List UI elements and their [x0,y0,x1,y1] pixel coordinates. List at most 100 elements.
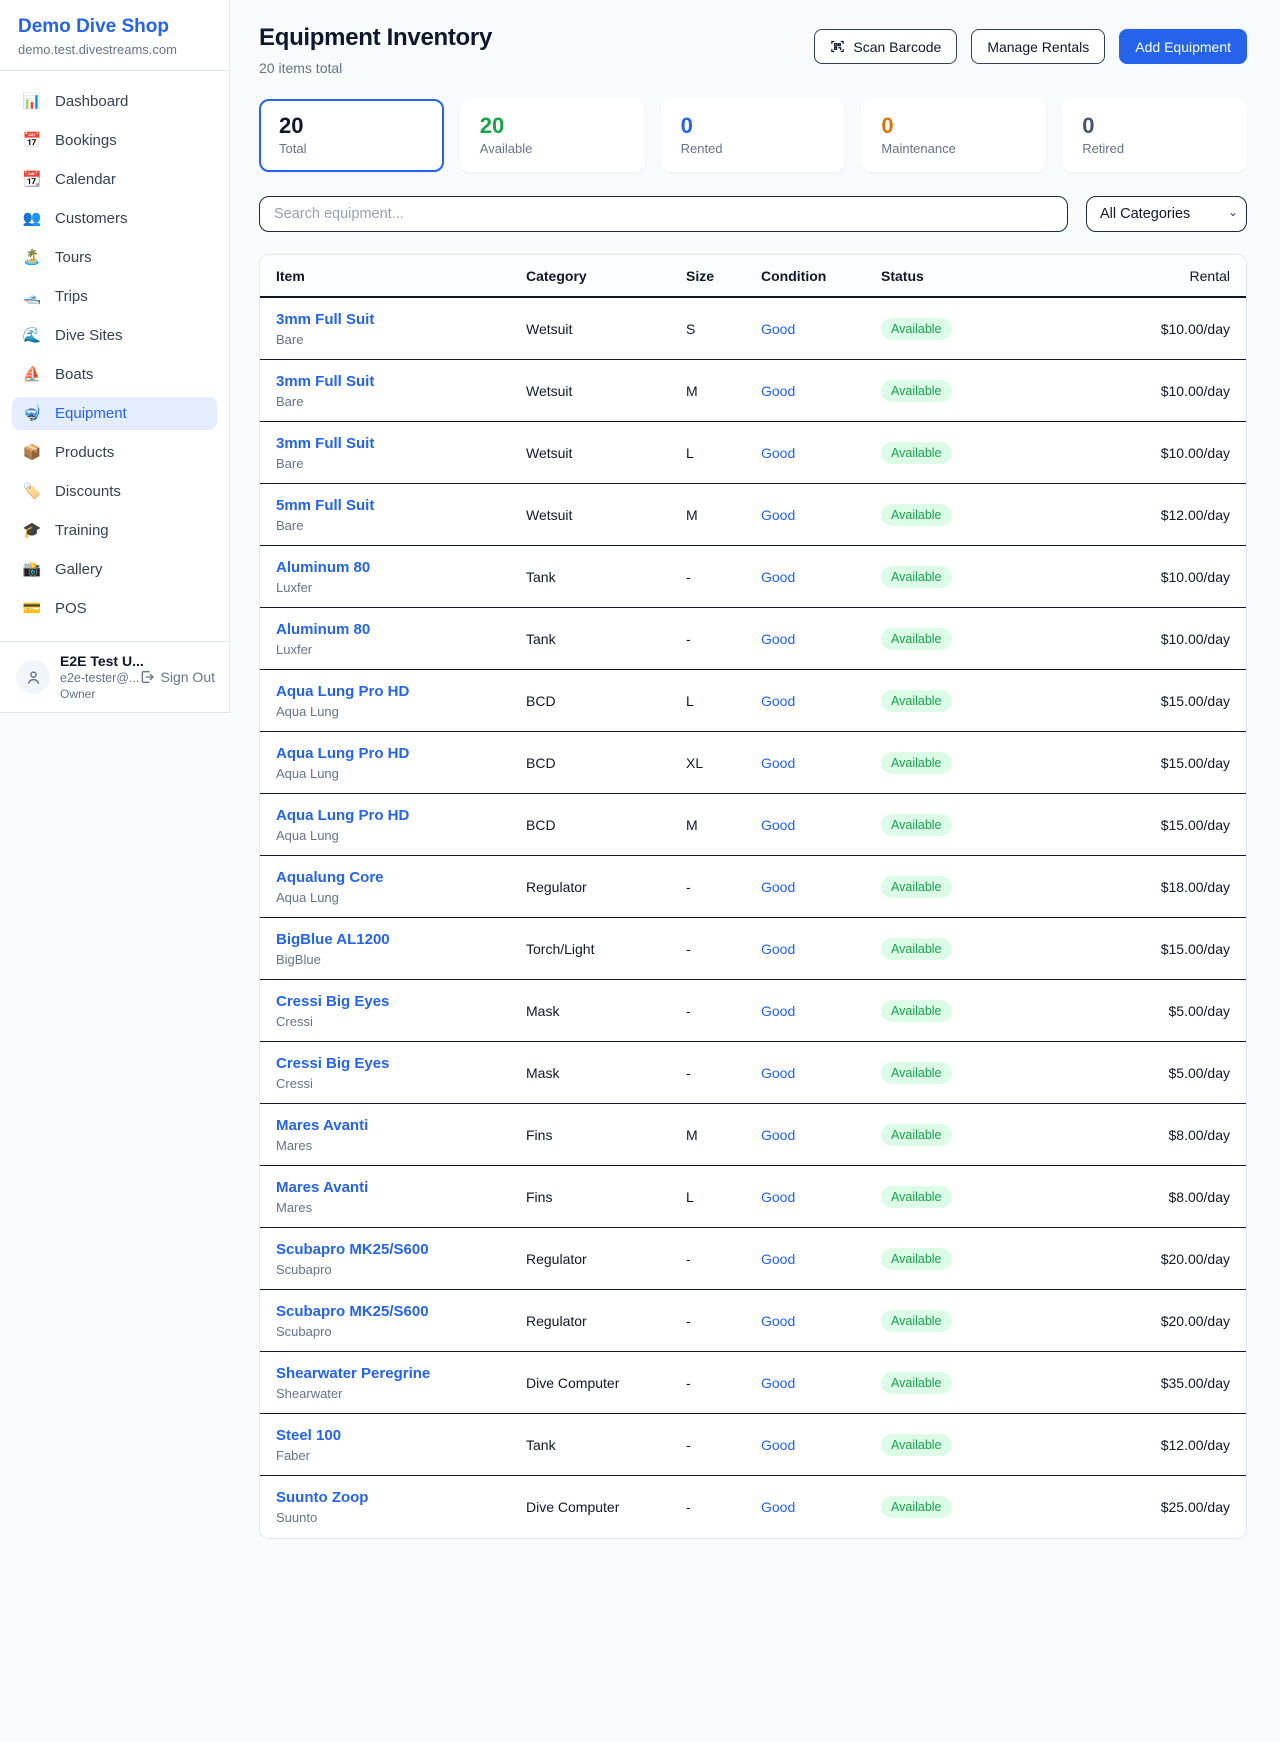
item-name-link[interactable]: Suunto Zoop [276,1489,526,1506]
condition-link[interactable]: Good [761,1189,795,1205]
item-brand: Shearwater [276,1386,526,1401]
category-cell: Wetsuit [526,445,686,461]
condition-link[interactable]: Good [761,817,795,833]
sidebar-item-label: Discounts [55,483,121,500]
item-name-link[interactable]: 5mm Full Suit [276,497,526,514]
sign-out-button[interactable]: Sign Out [139,669,215,685]
camera-icon: 📸 [22,562,42,577]
item-name-link[interactable]: Aluminum 80 [276,621,526,638]
condition-link[interactable]: Good [761,1437,795,1453]
tear-calendar-icon: 📆 [22,172,42,187]
item-name-link[interactable]: Scubapro MK25/S600 [276,1303,526,1320]
add-equipment-button[interactable]: Add Equipment [1119,29,1247,64]
item-name-link[interactable]: Aqua Lung Pro HD [276,807,526,824]
rental-cell: $10.00/day [1006,383,1230,399]
stat-card-available[interactable]: 20 Available [460,99,645,172]
condition-link[interactable]: Good [761,1375,795,1391]
category-cell: Tank [526,631,686,647]
page-header: Equipment Inventory 20 items total Scan … [259,24,1247,76]
stat-card-retired[interactable]: 0 Retired [1062,99,1247,172]
sidebar-item[interactable]: 📦 Products [12,436,217,469]
sidebar-item[interactable]: 📸 Gallery [12,553,217,586]
item-name-link[interactable]: 3mm Full Suit [276,311,526,328]
item-name-link[interactable]: Aluminum 80 [276,559,526,576]
item-name-link[interactable]: 3mm Full Suit [276,373,526,390]
sidebar-item[interactable]: 👥 Customers [12,202,217,235]
people-icon: 👥 [22,211,42,226]
condition-link[interactable]: Good [761,755,795,771]
condition-link[interactable]: Good [761,507,795,523]
barcode-scan-icon [830,39,845,54]
item-name-link[interactable]: Aqualung Core [276,869,526,886]
category-cell: Wetsuit [526,383,686,399]
item-name-link[interactable]: Steel 100 [276,1427,526,1444]
sidebar-item[interactable]: 🎓 Training [12,514,217,547]
stat-card-rented[interactable]: 0 Rented [661,99,846,172]
sidebar-item[interactable]: 🛥️ Trips [12,280,217,313]
condition-link[interactable]: Good [761,879,795,895]
sidebar-item[interactable]: 🤿 Equipment [12,397,217,430]
condition-link[interactable]: Good [761,1127,795,1143]
condition-link[interactable]: Good [761,1065,795,1081]
condition-link[interactable]: Good [761,1251,795,1267]
condition-link[interactable]: Good [761,941,795,957]
scan-barcode-label: Scan Barcode [853,39,941,55]
sidebar-item[interactable]: 🏷️ Discounts [12,475,217,508]
status-badge: Available [881,380,952,402]
scan-barcode-button[interactable]: Scan Barcode [814,29,957,64]
sidebar-item[interactable]: 📅 Bookings [12,124,217,157]
sidebar-item-label: Calendar [55,171,116,188]
item-name-link[interactable]: Mares Avanti [276,1179,526,1196]
condition-cell: Good [761,817,881,833]
status-cell: Available [881,690,1006,712]
rental-cell: $15.00/day [1006,693,1230,709]
item-name-link[interactable]: Cressi Big Eyes [276,1055,526,1072]
item-name-link[interactable]: Scubapro MK25/S600 [276,1241,526,1258]
sidebar-item[interactable]: 🌊 Dive Sites [12,319,217,352]
rental-cell: $18.00/day [1006,879,1230,895]
sidebar-item[interactable]: 📊 Dashboard [12,85,217,118]
condition-link[interactable]: Good [761,631,795,647]
item-brand: Suunto [276,1510,526,1525]
manage-rentals-button[interactable]: Manage Rentals [971,29,1105,64]
item-name-link[interactable]: Mares Avanti [276,1117,526,1134]
category-cell: BCD [526,693,686,709]
status-cell: Available [881,1496,1006,1518]
condition-link[interactable]: Good [761,321,795,337]
brand-name: Demo Dive Shop [18,16,211,38]
rental-cell: $10.00/day [1006,445,1230,461]
table-row: Cressi Big Eyes Cressi Mask - Good Avail… [260,1042,1246,1104]
status-cell: Available [881,1000,1006,1022]
item-brand: Cressi [276,1014,526,1029]
condition-link[interactable]: Good [761,445,795,461]
table-row: 3mm Full Suit Bare Wetsuit M Good Availa… [260,360,1246,422]
item-name-link[interactable]: Aqua Lung Pro HD [276,745,526,762]
sidebar-item[interactable]: ⛵ Boats [12,358,217,391]
size-cell: - [686,1437,761,1453]
condition-link[interactable]: Good [761,569,795,585]
item-name-link[interactable]: Cressi Big Eyes [276,993,526,1010]
sidebar-item[interactable]: 🏝️ Tours [12,241,217,274]
condition-cell: Good [761,755,881,771]
item-name-link[interactable]: Aqua Lung Pro HD [276,683,526,700]
sidebar-item[interactable]: 📆 Calendar [12,163,217,196]
status-badge: Available [881,1062,952,1084]
sidebar-item[interactable]: 💳 POS [12,592,217,625]
item-name-link[interactable]: 3mm Full Suit [276,435,526,452]
status-cell: Available [881,1434,1006,1456]
condition-link[interactable]: Good [761,693,795,709]
item-brand: Cressi [276,1076,526,1091]
item-name-link[interactable]: Shearwater Peregrine [276,1365,526,1382]
status-badge: Available [881,566,952,588]
stat-card-maintenance[interactable]: 0 Maintenance [861,99,1046,172]
category-select[interactable]: All Categories [1086,196,1247,232]
item-name-link[interactable]: BigBlue AL1200 [276,931,526,948]
condition-link[interactable]: Good [761,1499,795,1515]
bar-chart-icon: 📊 [22,94,42,109]
search-input[interactable] [259,196,1068,232]
condition-cell: Good [761,631,881,647]
condition-link[interactable]: Good [761,383,795,399]
condition-link[interactable]: Good [761,1313,795,1329]
condition-link[interactable]: Good [761,1003,795,1019]
stat-card-total[interactable]: 20 Total [259,99,444,172]
